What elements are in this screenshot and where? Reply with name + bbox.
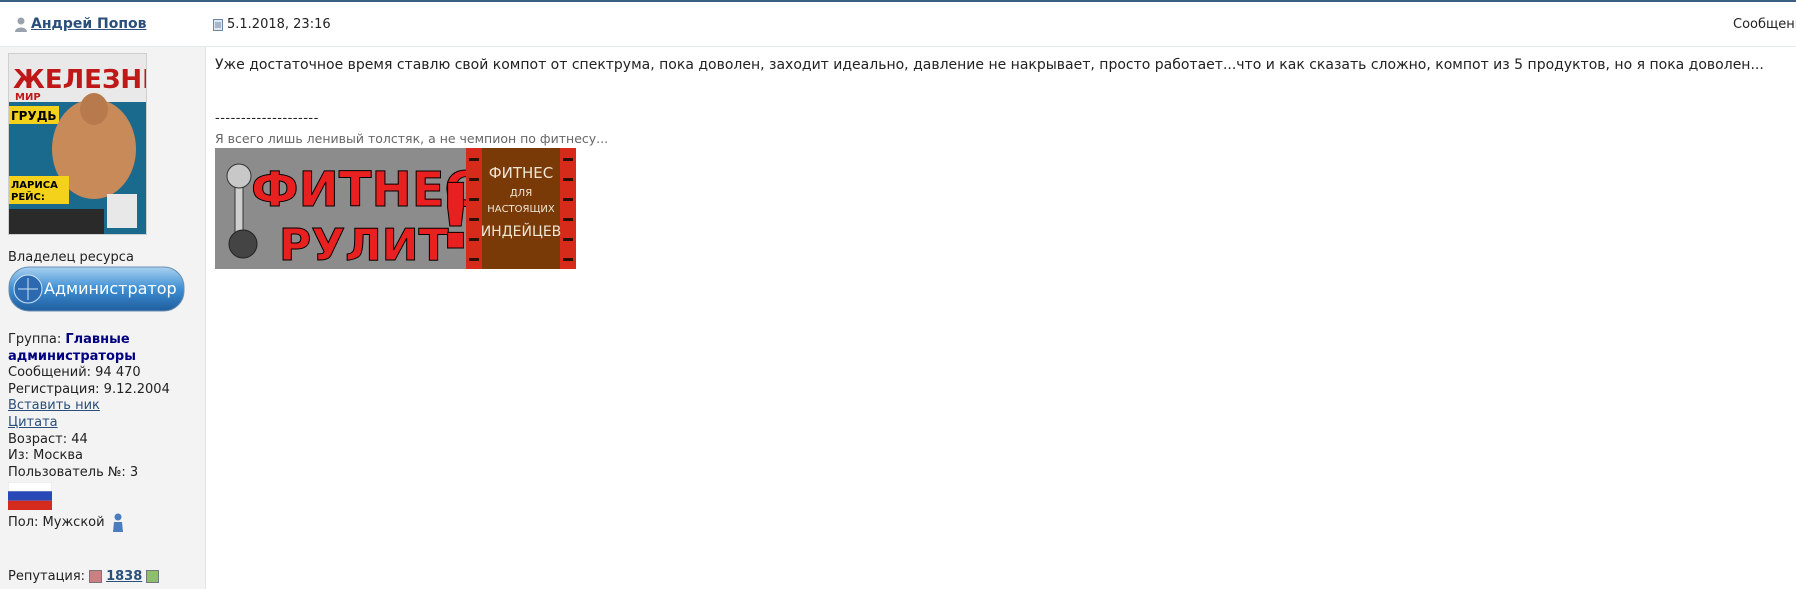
post-date: 5.1.2018, 23:16 xyxy=(213,17,331,32)
user-number: Пользователь №: 3 xyxy=(8,464,139,480)
reputation-value[interactable]: 1838 xyxy=(106,569,142,584)
group-label: Группа: xyxy=(8,332,62,347)
group-row: Группа: Главные администраторы xyxy=(8,332,198,365)
post-text: Уже достаточное время ставлю свой компот… xyxy=(215,57,1764,73)
messages-count: Сообщений: 94 470 xyxy=(8,365,141,381)
post-header: Андрей Попов 5.1.2018, 23:16 Сообщени xyxy=(0,2,1796,47)
male-icon xyxy=(112,513,123,533)
avatar: ЖЕЛЕЗНЫЙ МИР ГРУДЬ ЛАРИСА РЕЙС: xyxy=(8,53,147,235)
age: Возраст: 44 xyxy=(8,431,88,447)
gender: Пол: Мужской xyxy=(8,515,105,531)
avatar-subtitle-text: МИР xyxy=(15,92,41,103)
signature-separator: -------------------- xyxy=(215,111,319,126)
avatar-name2-text: РЕЙС: xyxy=(11,190,45,203)
russia-flag-icon xyxy=(8,482,52,511)
user-info: Группа: Главные администраторы Сообщений… xyxy=(8,332,198,533)
insert-nick-link[interactable]: Вставить ник xyxy=(8,398,100,413)
date-text: 5.1.2018, 23:16 xyxy=(227,17,331,32)
avatar-name-text: ЛАРИСА xyxy=(11,180,58,191)
quote-link[interactable]: Цитата xyxy=(8,415,58,430)
location: Из: Москва xyxy=(8,448,83,464)
signature-text: Я всего лишь ленивый толстяк, а не чемпи… xyxy=(215,131,609,146)
document-icon xyxy=(213,18,223,31)
user-sidebar: ЖЕЛЕЗНЫЙ МИР ГРУДЬ ЛАРИСА РЕЙС: Владелец… xyxy=(0,47,206,589)
banner-left-line2: РУЛИТ xyxy=(279,220,449,269)
user-icon xyxy=(15,17,27,32)
gender-row: Пол: Мужской xyxy=(8,513,198,533)
badge-label: Администратор xyxy=(44,279,177,298)
reputation-label: Репутация: xyxy=(8,569,86,584)
administrator-badge: Администратор xyxy=(8,266,185,312)
banner-right-line4: ИНДЕЙЦЕВ xyxy=(481,222,562,240)
reputation-minus-icon[interactable] xyxy=(89,570,103,583)
banner-right-line1: ФИТНЕС xyxy=(489,164,554,182)
reputation-row: Репутация: 1838 xyxy=(8,569,160,584)
banner-right-line3: НАСТОЯЩИХ xyxy=(487,204,555,215)
role-title: Владелец ресурса xyxy=(8,250,134,265)
banner-right-line2: ДЛЯ xyxy=(510,188,532,199)
avatar-chest-text: ГРУДЬ xyxy=(11,109,57,123)
author-block: Андрей Попов xyxy=(14,16,147,32)
signature-banner: ФИТНЕС РУЛИТ ! ФИТНЕС ДЛЯ НАСТОЯЩИХ ИНДЕ… xyxy=(215,148,576,269)
magazine-cover-image: ЖЕЛЕЗНЫЙ МИР ГРУДЬ ЛАРИСА РЕЙС: xyxy=(9,54,146,234)
author-link[interactable]: Андрей Попов xyxy=(31,16,147,32)
registration-date: Регистрация: 9.12.2004 xyxy=(8,381,170,397)
avatar-title-text: ЖЕЛЕЗНЫЙ xyxy=(13,63,146,95)
reputation-plus-icon[interactable] xyxy=(146,570,160,583)
messages-label: Сообщени xyxy=(1733,17,1796,32)
post-body: Уже достаточное время ставлю свой компот… xyxy=(215,56,1785,269)
